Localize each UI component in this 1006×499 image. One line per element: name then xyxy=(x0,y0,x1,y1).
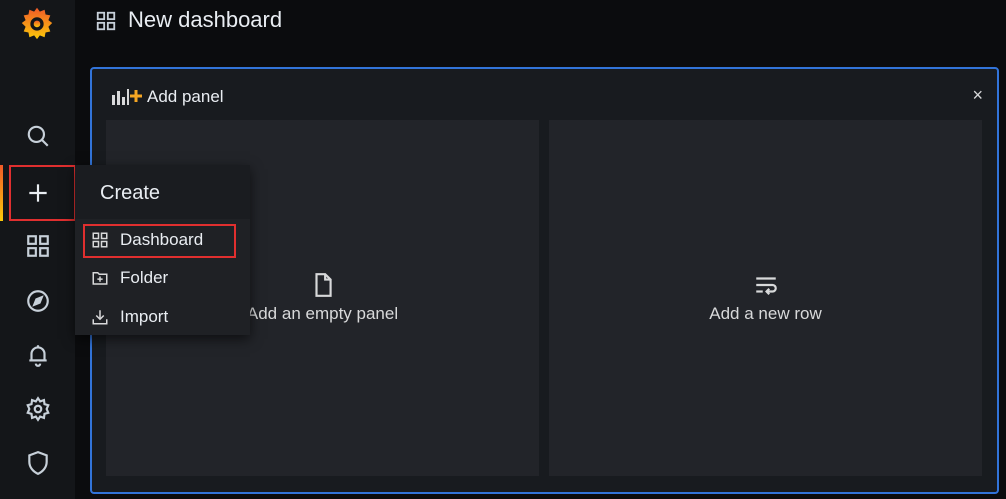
alerting-bell-icon[interactable] xyxy=(22,339,54,371)
active-indicator xyxy=(0,165,3,221)
create-highlight-box xyxy=(9,165,76,221)
gear-icon[interactable] xyxy=(22,393,54,425)
add-new-row-label: Add a new row xyxy=(709,304,822,323)
import-icon xyxy=(92,310,108,325)
create-menu-header: Create xyxy=(75,165,250,219)
shield-icon[interactable] xyxy=(22,447,54,479)
folder-plus-icon xyxy=(92,272,108,285)
page-title[interactable]: New dashboard xyxy=(128,7,282,33)
dashboard-highlight-box xyxy=(83,224,236,258)
dashboards-icon[interactable] xyxy=(22,230,54,262)
dashboard-grid-icon xyxy=(95,10,117,32)
menu-item-label: Import xyxy=(120,307,169,326)
close-icon[interactable]: × xyxy=(972,85,983,106)
menu-item-label: Folder xyxy=(120,268,169,287)
file-icon xyxy=(314,273,332,297)
top-bar: New dashboard xyxy=(75,0,1006,44)
new-row-icon xyxy=(755,277,777,295)
menu-item-import[interactable]: Import xyxy=(83,301,241,333)
add-new-row-option[interactable]: Add a new row xyxy=(549,120,982,476)
add-panel-icon xyxy=(112,87,144,107)
add-panel-title: Add panel xyxy=(147,87,224,106)
grafana-logo-icon[interactable] xyxy=(18,4,56,42)
explore-compass-icon[interactable] xyxy=(22,285,54,317)
search-icon[interactable] xyxy=(22,120,54,152)
sidebar xyxy=(0,0,75,499)
menu-item-folder[interactable]: Folder xyxy=(83,262,241,294)
create-menu-title[interactable]: Create xyxy=(100,182,160,205)
add-empty-panel-label: Add an empty panel xyxy=(246,304,399,323)
